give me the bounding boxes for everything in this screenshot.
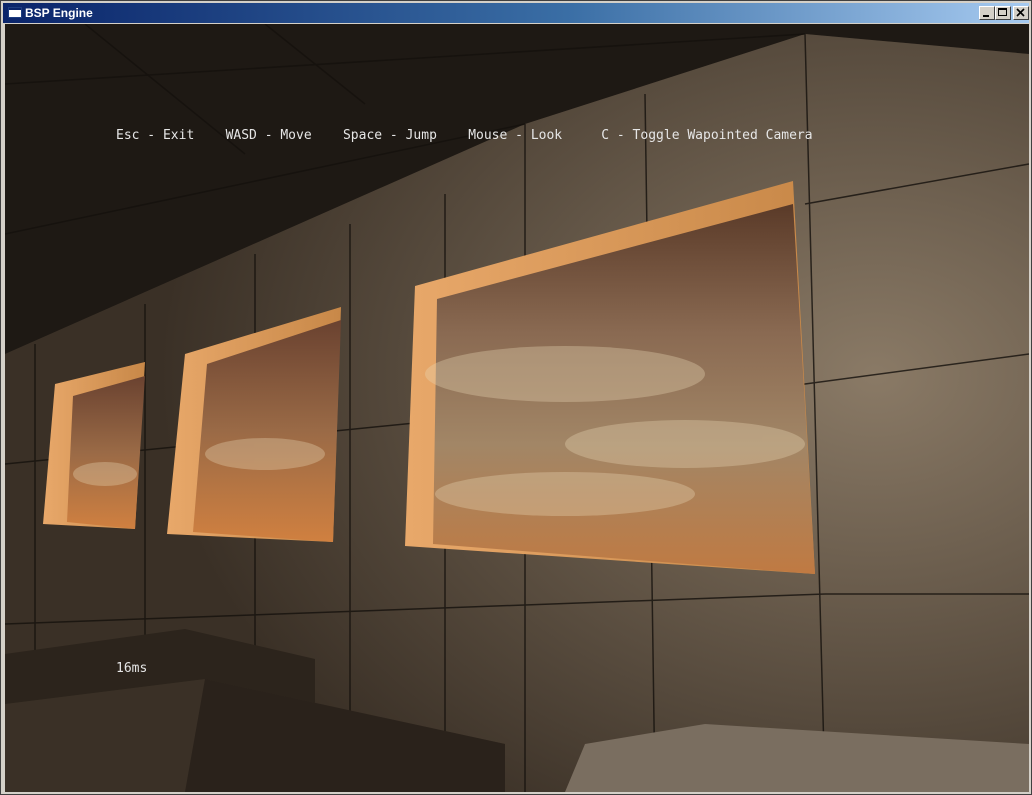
game-viewport[interactable]: Esc - Exit WASD - Move Space - Jump Mous… <box>5 24 1029 792</box>
minimize-icon <box>983 15 989 17</box>
close-icon <box>1016 8 1025 17</box>
close-button[interactable] <box>1013 6 1029 20</box>
app-window: BSP Engine Esc - Exit WASD - Move Space … <box>0 0 1032 795</box>
frame-time-counter: 16ms <box>116 661 148 676</box>
minimize-button[interactable] <box>979 6 995 20</box>
window-title: BSP Engine <box>25 6 93 20</box>
maximize-icon <box>998 8 1007 16</box>
title-bar[interactable]: BSP Engine <box>3 3 1029 23</box>
maximize-button[interactable] <box>995 6 1011 20</box>
app-window-icon[interactable] <box>8 7 22 18</box>
controls-help-text: Esc - Exit WASD - Move Space - Jump Mous… <box>116 128 813 143</box>
